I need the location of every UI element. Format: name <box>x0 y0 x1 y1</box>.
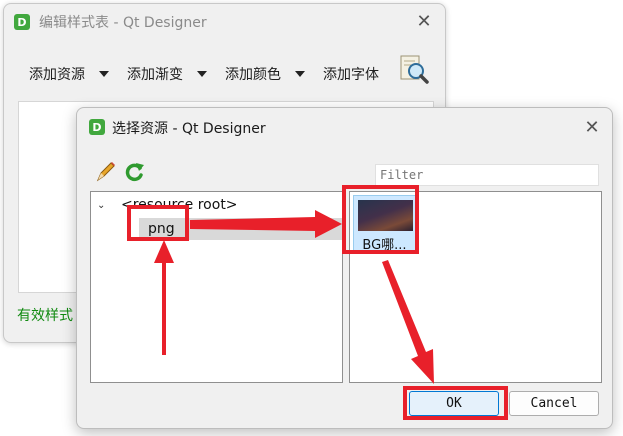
add-resource-dropdown[interactable]: 添加资源 <box>29 59 109 89</box>
ok-button[interactable]: OK <box>409 391 499 416</box>
file-item[interactable]: BG哪... <box>353 195 416 254</box>
file-name-label: BG哪... <box>362 238 407 253</box>
close-icon[interactable]: ✕ <box>414 12 434 32</box>
resource-file-list[interactable]: BG哪... <box>349 191 602 383</box>
cancel-button[interactable]: Cancel <box>509 391 599 416</box>
filter-input[interactable] <box>375 164 599 186</box>
stylesheet-window-title: 编辑样式表 - Qt Designer <box>39 15 207 31</box>
stylesheet-toolbar: 添加资源 添加渐变 添加颜色 添加字体 <box>4 55 445 89</box>
stylesheet-titlebar: D 编辑样式表 - Qt Designer ✕ <box>4 4 445 40</box>
select-resource-dialog: D 选择资源 - Qt Designer ✕ ⌄ <resource root>… <box>76 107 613 429</box>
qt-designer-app-icon: D <box>89 119 105 135</box>
close-icon[interactable]: ✕ <box>582 118 602 138</box>
refresh-icon[interactable] <box>123 160 145 188</box>
dropdown-arrow-icon <box>99 71 109 77</box>
tree-item-png[interactable]: png <box>139 218 342 240</box>
tree-png-label: png <box>148 221 175 237</box>
magnifier-document-icon[interactable] <box>397 55 431 85</box>
tree-item-resource-root[interactable]: ⌄ <resource root> <box>97 195 238 215</box>
stylesheet-status-label: 有效样式 <box>17 308 73 324</box>
tree-root-label: <resource root> <box>121 197 238 213</box>
add-font-label: 添加字体 <box>323 67 379 83</box>
qt-designer-app-icon: D <box>14 14 30 30</box>
pencil-icon[interactable] <box>94 160 116 188</box>
add-color-label: 添加颜色 <box>225 67 281 83</box>
dialog-titlebar: D 选择资源 - Qt Designer ✕ <box>77 108 612 146</box>
dropdown-arrow-icon <box>295 71 305 77</box>
add-resource-label: 添加资源 <box>29 67 85 83</box>
add-color-dropdown[interactable]: 添加颜色 <box>225 59 305 89</box>
dialog-title: 选择资源 - Qt Designer <box>112 121 266 137</box>
file-thumbnail <box>358 200 413 231</box>
resource-tree[interactable]: ⌄ <resource root> png <box>90 191 343 383</box>
add-font-button[interactable]: 添加字体 <box>323 59 379 89</box>
chevron-down-icon[interactable]: ⌄ <box>97 200 109 211</box>
add-gradient-dropdown[interactable]: 添加渐变 <box>127 59 207 89</box>
add-gradient-label: 添加渐变 <box>127 67 183 83</box>
dropdown-arrow-icon <box>197 71 207 77</box>
